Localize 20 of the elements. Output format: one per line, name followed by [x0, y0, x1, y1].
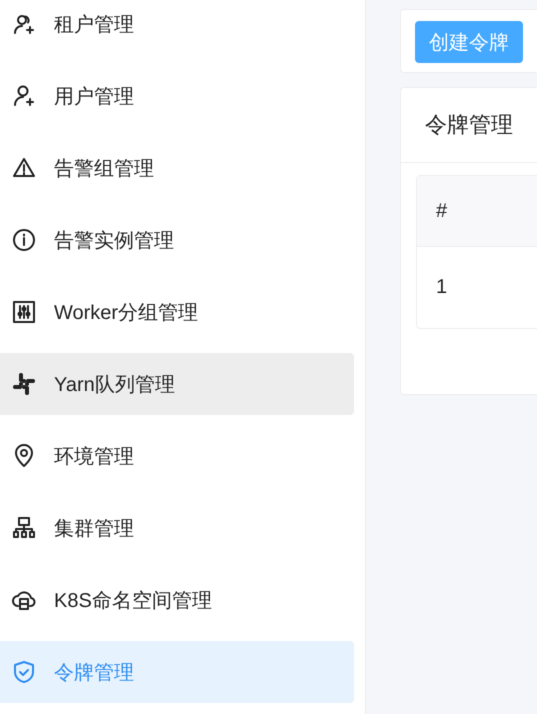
column-header: # [436, 200, 448, 222]
location-pin-icon [12, 444, 36, 468]
menu-item[interactable]: Yarn队列管理 [0, 353, 354, 415]
menu-item[interactable]: K8S命名空间管理 [0, 569, 354, 631]
menu-item[interactable]: 环境管理 [0, 425, 354, 487]
panel-title: 令牌管理 [425, 111, 513, 139]
sliders-icon [12, 300, 36, 324]
shield-check-icon [12, 660, 36, 684]
menu-item[interactable]: 租户管理 [0, 0, 354, 55]
menu-item[interactable]: Worker分组管理 [0, 281, 354, 343]
user-add-icon [12, 84, 36, 108]
warning-icon [12, 156, 36, 180]
users-add-icon [12, 12, 36, 36]
menu-item[interactable]: 用户管理 [0, 65, 354, 127]
menu-item[interactable]: 告警实例管理 [0, 209, 354, 271]
network-icon [12, 516, 36, 540]
menu-item[interactable]: 集群管理 [0, 497, 354, 559]
info-icon [12, 228, 36, 252]
menu-item[interactable]: 告警组管理 [0, 137, 354, 199]
table-cell: 1 [436, 276, 448, 299]
